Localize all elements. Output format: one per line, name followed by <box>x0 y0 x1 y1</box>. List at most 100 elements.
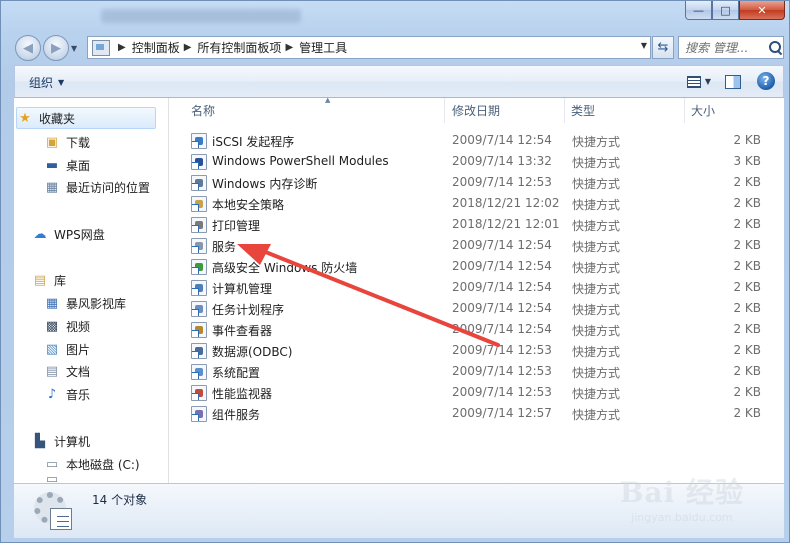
toolbar-right: ▼ ? <box>673 72 775 90</box>
nav-partial-item[interactable]: ▭ <box>44 476 66 483</box>
file-name: Windows PowerShell Modules <box>212 154 389 168</box>
downloads-folder-icon: ▣ <box>45 134 59 150</box>
file-row[interactable]: Windows PowerShell Modules 2009/7/14 13:3… <box>187 152 767 173</box>
nav-videos[interactable]: ▩ 视频 <box>44 315 90 337</box>
forward-button[interactable]: ▶ <box>43 35 69 61</box>
file-row[interactable]: 事件查看器 2009/7/14 12:54 快捷方式 2 KB <box>187 320 767 341</box>
file-size: 2 KB <box>733 406 761 420</box>
nav-computer[interactable]: ▙ 计算机 <box>32 430 90 452</box>
chevron-down-icon: ▼ <box>58 78 65 87</box>
nav-desktop[interactable]: ▬ 桌面 <box>44 154 90 176</box>
file-size: 2 KB <box>733 322 761 336</box>
file-size: 2 KB <box>733 280 761 294</box>
nav-recent-places[interactable]: ▦ 最近访问的位置 <box>44 176 150 198</box>
computer-icon: ▙ <box>35 433 45 449</box>
breadcrumb-admin-tools[interactable]: 管理工具 <box>299 39 347 56</box>
file-row[interactable]: 打印管理 2018/12/21 12:01 快捷方式 2 KB <box>187 215 767 236</box>
file-name: 打印管理 <box>212 219 261 233</box>
file-name: 性能监视器 <box>212 387 273 401</box>
nav-favorites[interactable]: ★ 收藏夹 <box>16 107 156 129</box>
file-size: 2 KB <box>733 385 761 399</box>
chevron-right-icon[interactable]: ▶ <box>118 42 126 53</box>
file-name: 本地安全策略 <box>212 198 285 212</box>
file-row[interactable]: iSCSI 发起程序 2009/7/14 12:54 快捷方式 2 KB <box>187 131 767 152</box>
address-dropdown-icon[interactable]: ▼ <box>641 41 647 50</box>
column-header-name[interactable]: 名称 ▲ <box>185 96 445 123</box>
breadcrumb-control-panel[interactable]: 控制面板 <box>132 39 180 56</box>
chevron-right-icon[interactable]: ▶ <box>285 42 293 53</box>
file-row[interactable]: 本地安全策略 2018/12/21 12:02 快捷方式 2 KB <box>187 194 767 215</box>
maximize-button[interactable]: □ <box>712 1 739 20</box>
details-pane: 14 个对象 Bai 经验 jingyan.baidu.com <box>14 476 784 538</box>
back-button[interactable]: ◀ <box>15 35 41 61</box>
file-row[interactable]: 服务 2009/7/14 12:54 快捷方式 2 KB <box>187 236 767 257</box>
file-row[interactable]: 任务计划程序 2009/7/14 12:54 快捷方式 2 KB <box>187 299 767 320</box>
search-input[interactable] <box>685 40 767 55</box>
nav-wps-cloud[interactable]: ☁ WPS网盘 <box>32 223 105 245</box>
file-row[interactable]: Windows 内存诊断 2009/7/14 12:53 快捷方式 2 KB <box>187 173 767 194</box>
recent-pages-dropdown[interactable]: ▼ <box>71 35 83 61</box>
watermark-logo: Bai 经验 <box>619 476 744 509</box>
nav-documents[interactable]: ▤ 文档 <box>44 360 90 382</box>
search-icon[interactable] <box>769 40 783 55</box>
file-date: 2009/7/14 12:54 <box>452 301 552 315</box>
caption-buttons: — □ ✕ <box>685 1 785 21</box>
preview-pane-icon[interactable] <box>723 72 741 90</box>
organize-button[interactable]: 组织 ▼ <box>29 74 64 91</box>
file-row[interactable]: 高级安全 Windows 防火墙 2009/7/14 12:54 快捷方式 2 KB <box>187 257 767 278</box>
recent-places-icon: ▦ <box>45 179 59 195</box>
file-list: 名称 ▲ 修改日期 类型 大小 iSCSI 发起程序 2009/7/14 12:5… <box>169 96 784 483</box>
explorer-window: — □ ✕ ◀ ▶ ▼ ▶ 控制面板 ▶ 所有控制面板项 ▶ 管理工具 ▼ ⇆ … <box>0 0 790 543</box>
change-view-icon[interactable] <box>685 72 703 90</box>
breadcrumb-all-items[interactable]: 所有控制面板项 <box>197 39 281 56</box>
nav-baofeng-library[interactable]: ▦ 暴风影视库 <box>44 292 126 314</box>
admin-tools-icon <box>34 492 76 532</box>
file-date: 2009/7/14 12:53 <box>452 364 552 378</box>
pictures-icon: ▧ <box>45 341 59 357</box>
security-policy-icon <box>191 196 207 212</box>
file-row[interactable]: 系统配置 2009/7/14 12:53 快捷方式 2 KB <box>187 362 767 383</box>
file-type: 快捷方式 <box>572 240 621 254</box>
component-services-icon <box>191 406 207 422</box>
nav-local-disk-c[interactable]: ▭ 本地磁盘 (C:) <box>44 453 140 475</box>
nav-music[interactable]: ♪ 音乐 <box>44 383 90 405</box>
column-header-type[interactable]: 类型 <box>565 98 685 123</box>
nav-downloads[interactable]: ▣ 下载 <box>44 131 90 153</box>
file-type: 快捷方式 <box>572 387 621 401</box>
file-date: 2009/7/14 12:53 <box>452 385 552 399</box>
column-header-date[interactable]: 修改日期 <box>446 98 565 123</box>
view-options-dropdown-icon[interactable]: ▼ <box>705 77 711 86</box>
minimize-button[interactable]: — <box>685 1 712 20</box>
search-box <box>678 36 784 59</box>
nav-label: 本地磁盘 (C:) <box>66 457 140 472</box>
file-row[interactable]: 数据源(ODBC) 2009/7/14 12:53 快捷方式 2 KB <box>187 341 767 362</box>
file-row[interactable]: 组件服务 2009/7/14 12:57 快捷方式 2 KB <box>187 404 767 425</box>
file-type: 快捷方式 <box>572 282 621 296</box>
firewall-icon <box>191 259 207 275</box>
nav-label: 最近访问的位置 <box>66 180 151 195</box>
event-viewer-icon <box>191 322 207 338</box>
address-bar[interactable]: ▶ 控制面板 ▶ 所有控制面板项 ▶ 管理工具 ▼ <box>87 36 651 59</box>
refresh-button[interactable]: ⇆ <box>652 36 674 59</box>
nav-pictures[interactable]: ▧ 图片 <box>44 338 90 360</box>
hard-drive-icon: ▭ <box>45 456 59 472</box>
nav-label: WPS网盘 <box>54 227 105 242</box>
file-name: 计算机管理 <box>212 282 273 296</box>
file-date: 2009/7/14 12:54 <box>452 280 552 294</box>
file-date: 2009/7/14 12:54 <box>452 322 552 336</box>
column-header-size[interactable]: 大小 <box>685 98 765 123</box>
file-size: 3 KB <box>733 154 761 168</box>
nav-label: 桌面 <box>66 158 91 173</box>
star-icon: ★ <box>19 110 31 126</box>
film-icon: ▩ <box>45 318 59 334</box>
nav-label: 下载 <box>66 135 91 150</box>
nav-libraries[interactable]: ▤ 库 <box>32 269 66 291</box>
chevron-right-icon[interactable]: ▶ <box>184 42 192 53</box>
file-date: 2009/7/14 12:54 <box>452 259 552 273</box>
help-icon[interactable]: ? <box>757 72 775 90</box>
window-title-blurred <box>101 9 301 23</box>
file-row[interactable]: 性能监视器 2009/7/14 12:53 快捷方式 2 KB <box>187 383 767 404</box>
file-name: iSCSI 发起程序 <box>212 135 295 149</box>
close-button[interactable]: ✕ <box>739 1 785 20</box>
file-row[interactable]: 计算机管理 2009/7/14 12:54 快捷方式 2 KB <box>187 278 767 299</box>
